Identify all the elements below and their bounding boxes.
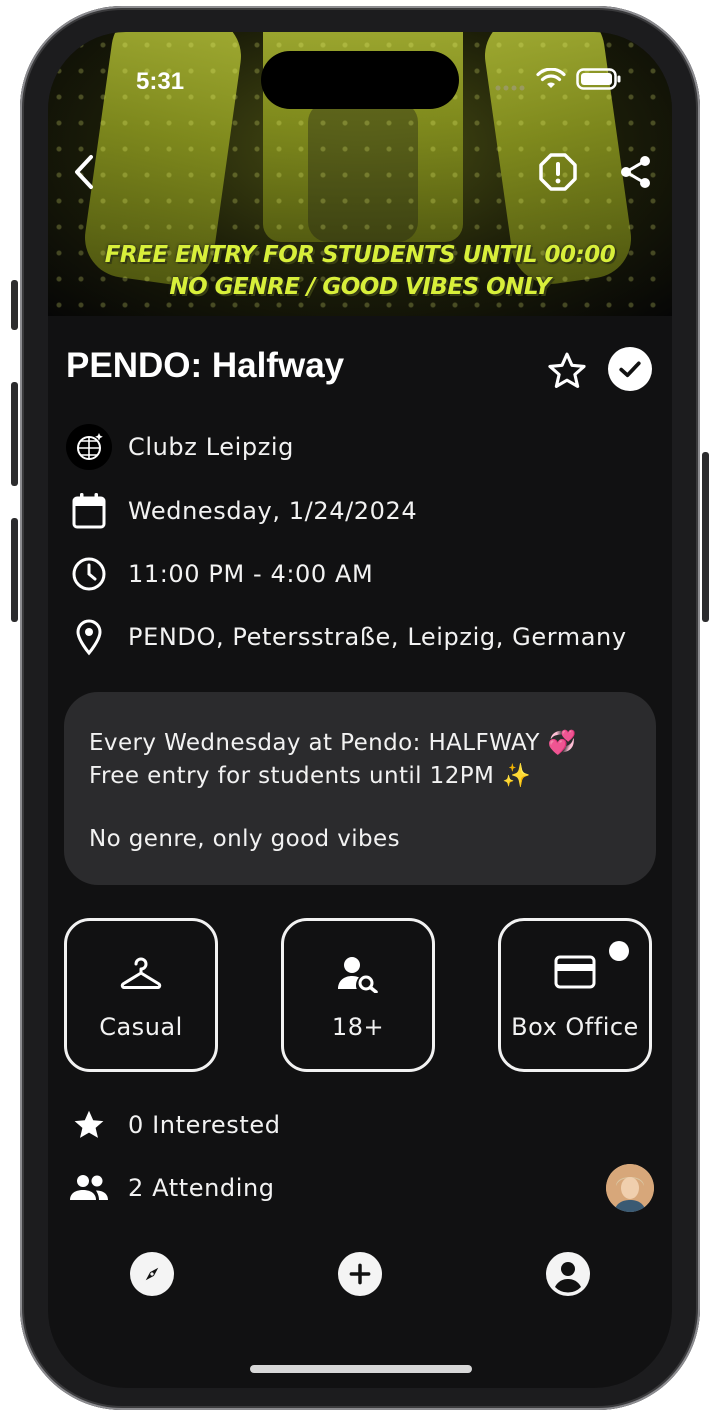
battery-icon (576, 68, 622, 95)
nav-explore[interactable] (130, 1252, 174, 1296)
attending-row[interactable]: 2 Attending (66, 1163, 275, 1213)
organizer-name: Clubz Leipzig (128, 433, 295, 461)
power-button (702, 452, 709, 622)
check-icon (619, 361, 641, 378)
description-card: Every Wednesday at Pendo: HALFWAY 💞 Free… (64, 692, 656, 885)
interested-count: 0 Interested (128, 1111, 281, 1139)
age-restriction-tile[interactable]: 18+ (281, 918, 435, 1072)
share-icon (621, 156, 650, 188)
wifi-icon (536, 67, 566, 95)
event-date: Wednesday, 1/24/2024 (128, 497, 418, 525)
date-row: Wednesday, 1/24/2024 (66, 486, 417, 536)
location-pin-icon (76, 619, 102, 656)
screen: FREE ENTRY FOR STUDENTS UNTIL 00:00 NO G… (48, 32, 672, 1388)
tickets-label: Box Office (511, 1013, 639, 1041)
people-icon (70, 1175, 108, 1200)
attend-button[interactable] (608, 347, 652, 391)
favorite-button[interactable] (544, 348, 590, 394)
nav-profile[interactable] (546, 1252, 590, 1296)
signal-icon (494, 81, 528, 99)
chevron-left-icon (75, 155, 93, 189)
compass-icon (145, 1267, 159, 1281)
credit-card-icon (554, 955, 596, 989)
volume-up-button (11, 382, 18, 486)
dress-code-label: Casual (99, 1013, 183, 1041)
attending-count: 2 Attending (128, 1174, 275, 1202)
age-restriction-label: 18+ (331, 1013, 385, 1041)
calendar-icon (72, 493, 106, 529)
interested-row[interactable]: 0 Interested (66, 1100, 281, 1150)
star-filled-icon (74, 1110, 104, 1138)
tickets-tile[interactable]: Box Office (498, 918, 652, 1072)
attendee-avatar[interactable] (606, 1164, 654, 1212)
hanger-icon (120, 957, 162, 989)
promo-text-line-2: NO GENRE / GOOD VIBES ONLY (169, 274, 551, 300)
description-line-2: Free entry for students until 12PM ✨ (89, 763, 531, 789)
volume-down-button (11, 518, 18, 622)
share-button[interactable] (614, 150, 658, 194)
description-line-3: No genre, only good vibes (89, 826, 400, 852)
clock-icon (72, 557, 106, 591)
status-bar: 5:31 (48, 32, 672, 122)
location-row[interactable]: PENDO, Petersstraße, Leipzig, Germany (66, 612, 627, 662)
promo-text-line-1: FREE ENTRY FOR STUDENTS UNTIL 00:00 (104, 242, 616, 268)
dynamic-island (261, 51, 459, 109)
disco-ball-icon (66, 424, 112, 470)
dress-code-tile[interactable]: Casual (64, 918, 218, 1072)
star-outline-icon (548, 352, 586, 388)
event-time: 11:00 PM - 4:00 AM (128, 560, 374, 588)
event-location: PENDO, Petersstraße, Leipzig, Germany (128, 623, 627, 651)
description-line-1: Every Wednesday at Pendo: HALFWAY 💞 (89, 730, 577, 756)
status-time: 5:31 (136, 68, 185, 95)
add-icon (349, 1263, 371, 1285)
home-indicator[interactable] (250, 1365, 472, 1373)
back-button[interactable] (66, 150, 102, 194)
nav-create[interactable] (338, 1252, 382, 1296)
person-search-icon (338, 957, 378, 993)
organizer-row[interactable]: Clubz Leipzig (66, 422, 294, 472)
report-icon (539, 153, 577, 191)
event-title: PENDO: Halfway (66, 346, 345, 385)
time-row: 11:00 PM - 4:00 AM (66, 549, 373, 599)
report-button[interactable] (536, 150, 580, 194)
account-icon (555, 1262, 581, 1293)
organizer-avatar (66, 424, 112, 470)
action-button (11, 280, 18, 330)
